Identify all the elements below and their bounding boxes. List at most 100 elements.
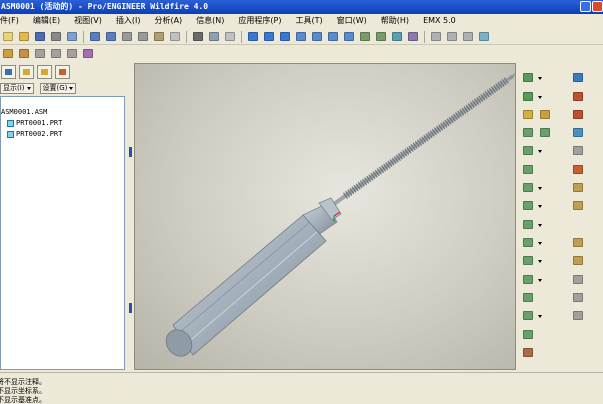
datum-curve-icon[interactable] [571,71,585,84]
menu-view[interactable]: 视图(V) [74,14,108,28]
view-manager-icon[interactable] [406,30,420,43]
extend-icon[interactable] [571,273,585,286]
warp-icon[interactable] [571,309,585,322]
paste-icon[interactable] [152,30,166,43]
revolve-icon[interactable] [521,163,535,176]
menu-edit[interactable]: 编辑(E) [33,14,66,28]
annotations-icon[interactable] [65,47,79,60]
tree-item-part2[interactable]: PRT0002.PRT [1,129,124,140]
tree-item-label: PRT0002.PRT [16,130,63,138]
redo-icon[interactable] [104,30,118,43]
trim-icon[interactable] [521,273,535,286]
sweep-icon[interactable] [521,181,535,194]
menu-insert[interactable]: 插入(I) [116,14,147,28]
shell-icon[interactable] [571,181,585,194]
model-tree-tab[interactable] [1,64,16,79]
model-drawing [165,72,515,357]
hidden-line-icon[interactable] [445,30,459,43]
close-button[interactable] [592,1,603,12]
settings-dropdown[interactable]: 设置(G) [39,82,77,94]
shading-icon[interactable] [477,30,491,43]
cut-icon[interactable] [120,30,134,43]
connections-tab[interactable] [55,64,70,79]
panel-splitter[interactable] [127,63,134,371]
round-icon[interactable] [521,126,535,139]
menu-tools[interactable]: 工具(T) [296,14,329,28]
create-component-icon[interactable] [521,90,535,103]
show-dropdown-label: 显示(I) [3,83,25,92]
copy-feature-icon[interactable] [521,254,535,267]
minimize-button[interactable] [580,1,591,12]
pattern-icon[interactable] [521,236,535,249]
menu-help[interactable]: 帮助(H) [381,14,415,28]
reorient-icon[interactable] [358,30,372,43]
menu-applications[interactable]: 应用程序(P) [238,14,287,28]
whats-this-icon[interactable] [81,47,95,60]
tree-item-part1[interactable]: PRT0001.PRT [1,118,124,129]
sketch-icon[interactable] [571,90,585,103]
merge-icon[interactable] [571,254,585,267]
menu-file[interactable]: 件(F) [0,14,25,28]
extrude-icon[interactable] [521,144,535,157]
datum-point-icon[interactable] [571,126,585,139]
draft-icon[interactable] [521,218,535,231]
save-icon[interactable] [33,30,47,43]
datum-planes-icon[interactable] [1,47,15,60]
menu-emx[interactable]: EMX 5.0 [423,14,462,28]
collapse-handle-icon[interactable] [129,303,132,313]
analysis-icon[interactable] [571,163,585,176]
coord-system-icon[interactable] [571,144,585,157]
print-icon[interactable] [49,30,63,43]
paste-special-icon[interactable] [168,30,182,43]
menu-analysis[interactable]: 分析(A) [154,14,188,28]
show-dropdown[interactable]: 显示(I) [0,82,34,94]
collapse-handle-icon[interactable] [129,147,132,157]
select-box-icon[interactable] [223,30,237,43]
orient-mode-icon[interactable] [278,30,292,43]
graphics-window[interactable] [134,63,516,370]
layers-icon[interactable] [390,30,404,43]
zoom-out-icon[interactable] [326,30,340,43]
thicken-icon[interactable] [571,291,585,304]
component-assemble-icon[interactable] [521,71,535,84]
tree-root-item[interactable]: ASM0001.ASM [1,107,124,118]
rib-icon[interactable] [571,199,585,212]
handle-body [172,214,327,356]
folder-browser-tab[interactable] [19,64,34,79]
title-bar: ASM0001 (活动的) - Pro/ENGINEER Wildfire 4.… [0,0,603,14]
datum-plane-icon[interactable] [538,108,552,121]
wireframe-icon[interactable] [429,30,443,43]
undo-icon[interactable] [88,30,102,43]
menu-info[interactable]: 信息(N) [196,14,230,28]
favorites-tab[interactable] [37,64,52,79]
blend-icon[interactable] [521,199,535,212]
message-line: 不显示基准点。 [0,396,46,404]
open-icon[interactable] [17,30,31,43]
zoom-in-icon[interactable] [310,30,324,43]
repaint-icon[interactable] [246,30,260,43]
datum-axis-icon[interactable] [571,108,585,121]
feature-toolbar [516,63,603,370]
datum-axes-icon[interactable] [17,47,31,60]
coord-systems-icon[interactable] [49,47,63,60]
saved-views-icon[interactable] [374,30,388,43]
copy-icon[interactable] [136,30,150,43]
boundary-blend-icon[interactable] [521,328,535,341]
spin-center-icon[interactable] [262,30,276,43]
solidify-icon[interactable] [521,309,535,322]
hole-icon[interactable] [521,108,535,121]
no-hidden-icon[interactable] [461,30,475,43]
new-icon[interactable] [1,30,15,43]
refit-icon[interactable] [342,30,356,43]
message-line: 不显示坐标系。 [0,387,46,395]
email-icon[interactable] [65,30,79,43]
chamfer-icon[interactable] [538,126,552,139]
style-icon[interactable] [521,346,535,359]
find-icon[interactable] [207,30,221,43]
offset-icon[interactable] [521,291,535,304]
regenerate-icon[interactable] [191,30,205,43]
pan-icon[interactable] [294,30,308,43]
mirror-icon[interactable] [571,236,585,249]
menu-window[interactable]: 窗口(W) [337,14,373,28]
datum-points-icon[interactable] [33,47,47,60]
